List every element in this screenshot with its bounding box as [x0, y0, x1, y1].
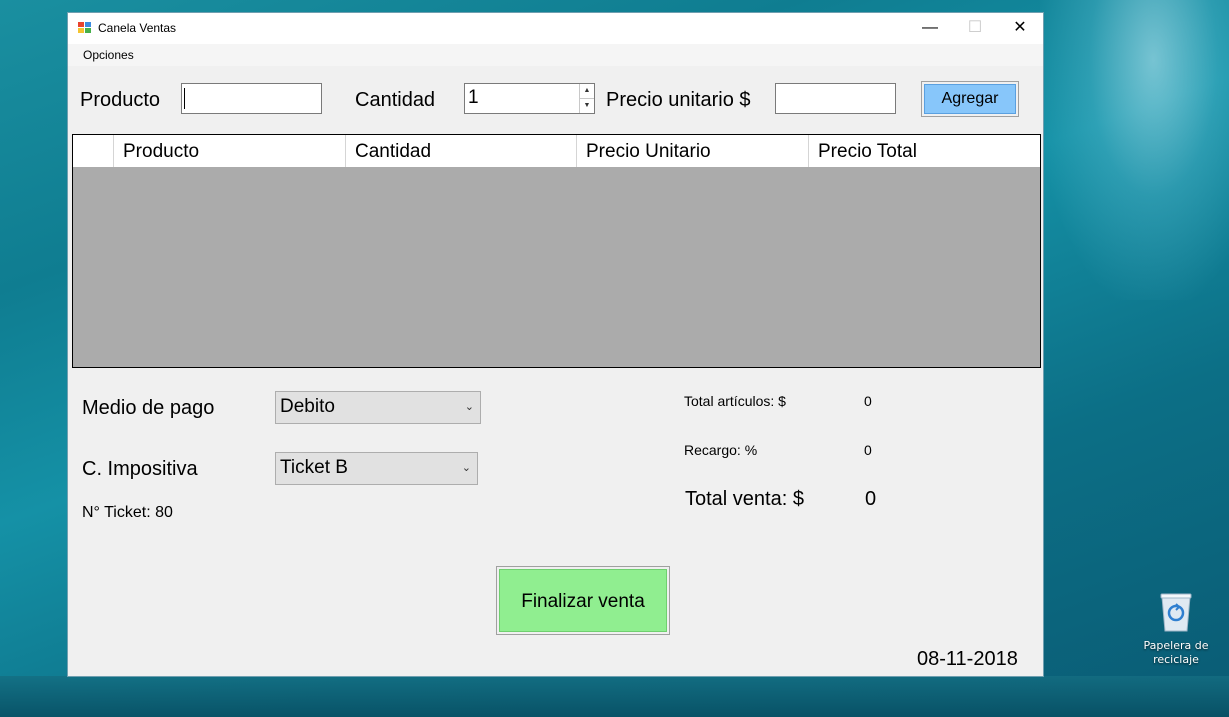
products-grid[interactable]: Producto Cantidad Precio Unitario Precio… — [72, 134, 1041, 368]
spin-up-icon[interactable]: ▲ — [580, 84, 594, 99]
grid-header: Producto Cantidad Precio Unitario Precio… — [73, 135, 1040, 167]
cantidad-value: 1 — [468, 87, 479, 108]
agregar-button-label: Agregar — [924, 84, 1016, 114]
maximize-button[interactable]: ☐ — [952, 13, 998, 44]
chevron-down-icon: ⌄ — [461, 462, 471, 474]
producto-label: Producto — [80, 89, 161, 111]
medio-de-pago-value: Debito — [280, 396, 335, 417]
column-header-cantidad[interactable]: Cantidad — [345, 135, 576, 167]
medio-de-pago-select[interactable]: Debito ⌄ — [275, 391, 481, 424]
precio-unitario-label: Precio unitario $ — [606, 89, 751, 111]
column-header-precio-unitario[interactable]: Precio Unitario — [576, 135, 808, 167]
title-bar[interactable]: Canela Ventas — ☐ ✕ — [68, 13, 1043, 44]
recycle-bin-shortcut[interactable]: Papelera de reciclaje — [1140, 591, 1212, 667]
chevron-down-icon: ⌄ — [464, 401, 474, 413]
finalizar-venta-label: Finalizar venta — [499, 569, 667, 632]
column-header-precio-total[interactable]: Precio Total — [808, 135, 1040, 167]
menu-opciones[interactable]: Opciones — [83, 48, 134, 62]
total-venta-value: 0 — [865, 488, 877, 510]
window-title: Canela Ventas — [98, 21, 177, 35]
finalizar-venta-button[interactable]: Finalizar venta — [496, 566, 670, 635]
c-impositiva-value: Ticket B — [280, 457, 348, 478]
cantidad-stepper[interactable]: 1 ▲ ▼ — [464, 83, 595, 114]
minimize-button[interactable]: — — [907, 13, 953, 44]
date-label: 08-11-2018 — [917, 648, 1018, 670]
ticket-number: N° Ticket: 80 — [82, 504, 173, 521]
column-header-producto[interactable]: Producto — [113, 135, 345, 167]
total-articulos-label: Total artículos: $ — [684, 393, 786, 409]
desktop-wallpaper-bottom — [0, 676, 1229, 717]
c-impositiva-select[interactable]: Ticket B ⌄ — [275, 452, 478, 485]
recycle-bin-icon — [1159, 591, 1193, 633]
app-window: Canela Ventas — ☐ ✕ Opciones Producto Ca… — [67, 12, 1044, 677]
row-header-corner[interactable] — [73, 135, 113, 167]
app-icon — [78, 22, 91, 34]
agregar-button[interactable]: Agregar — [921, 81, 1019, 117]
close-button[interactable]: ✕ — [997, 13, 1043, 44]
text-caret — [184, 88, 185, 109]
producto-input[interactable] — [181, 83, 322, 114]
c-impositiva-label: C. Impositiva — [82, 458, 198, 480]
cantidad-label: Cantidad — [355, 89, 436, 111]
recycle-bin-label: Papelera de reciclaje — [1143, 639, 1209, 666]
total-articulos-value: 0 — [864, 393, 872, 409]
spin-down-icon[interactable]: ▼ — [580, 99, 594, 114]
recargo-value: 0 — [864, 442, 872, 458]
precio-unitario-input[interactable] — [775, 83, 896, 114]
menu-bar: Opciones — [68, 44, 1043, 66]
total-venta-label: Total venta: $ — [685, 488, 804, 510]
desktop-wallpaper-highlight — [1040, 0, 1229, 300]
medio-de-pago-label: Medio de pago — [82, 397, 215, 419]
recargo-label: Recargo: % — [684, 442, 758, 458]
cantidad-spinner[interactable]: ▲ ▼ — [579, 84, 594, 113]
